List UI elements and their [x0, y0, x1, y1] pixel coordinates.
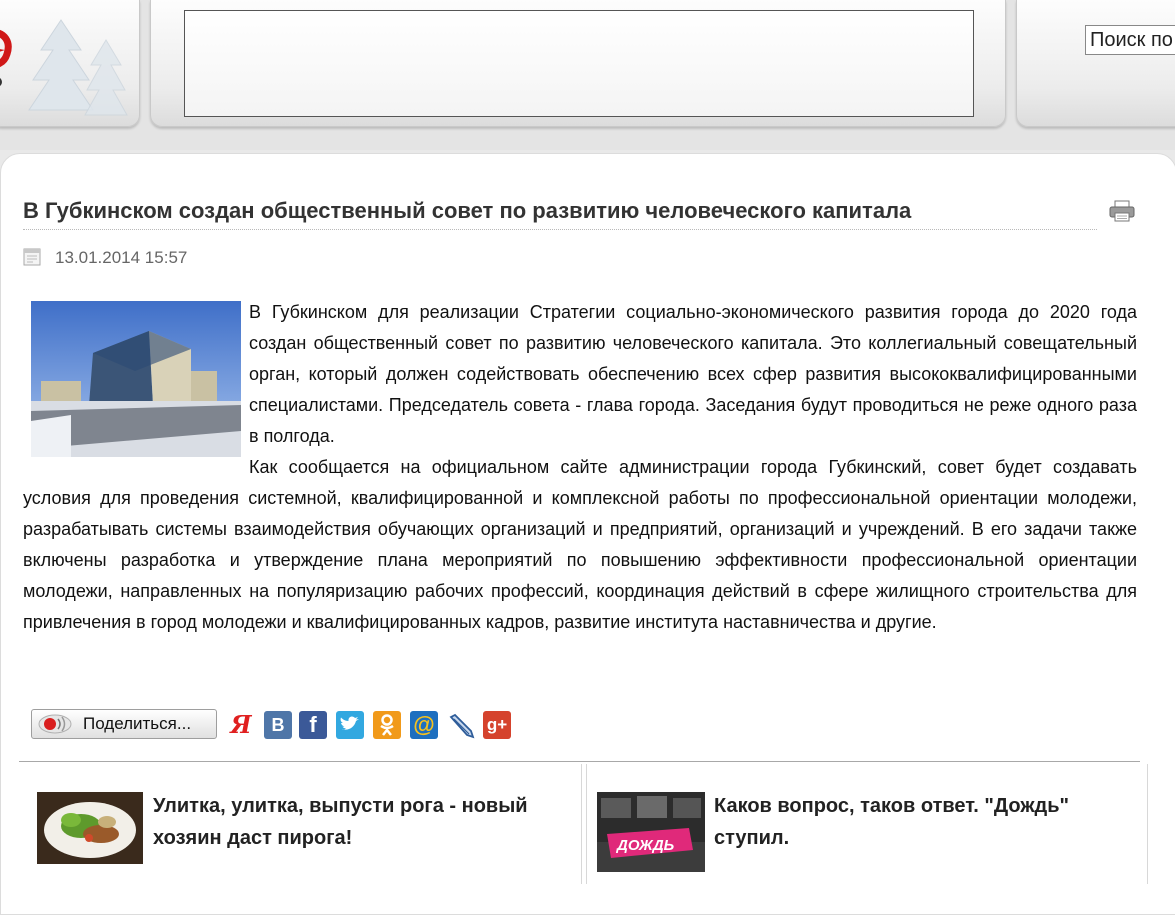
search-input[interactable]	[1085, 25, 1175, 55]
share-button[interactable]: Поделиться...	[31, 709, 217, 739]
related-article-title[interactable]: Каков вопрос, таков ответ. "Дождь" ступи…	[714, 790, 1124, 854]
snowy-tree-decoration	[28, 19, 128, 116]
ad-banner-frame[interactable]	[184, 10, 974, 117]
related-article-thumbnail[interactable]: ДОЖДЬ	[597, 792, 705, 872]
share-megaphone-icon	[38, 714, 72, 734]
article-paragraph: Как сообщается на официальном сайте адми…	[23, 457, 1137, 632]
facebook-icon[interactable]: f	[299, 711, 327, 739]
site-logo[interactable]	[0, 24, 17, 86]
related-article-thumbnail[interactable]	[37, 792, 143, 864]
divider	[19, 761, 1140, 762]
banner-panel	[150, 0, 1006, 127]
article-header: В Губкинском создан общественный совет п…	[23, 198, 1135, 234]
calendar-icon	[23, 248, 41, 266]
yandex-icon[interactable]: Я	[227, 711, 255, 739]
print-icon[interactable]	[1109, 200, 1135, 222]
article-body: В Губкинском для реализации Стратегии со…	[23, 297, 1137, 638]
article-date: 13.01.2014 15:57	[55, 248, 188, 267]
odnoklassniki-glyph	[380, 714, 394, 736]
vkontakte-icon[interactable]: B	[264, 711, 292, 739]
twitter-bird-glyph	[340, 716, 359, 730]
site-header	[0, 0, 1175, 150]
logo-panel	[0, 0, 140, 127]
mail-ru-icon[interactable]: @	[410, 711, 438, 739]
livejournal-pen-glyph	[449, 713, 475, 739]
related-article-card[interactable]: ДОЖДЬ Каков вопрос, таков ответ. "Дождь"…	[586, 764, 1148, 884]
related-article-title[interactable]: Улитка, улитка, выпусти рога - новый хоз…	[153, 790, 563, 854]
share-button-label: Поделиться...	[83, 714, 192, 733]
livejournal-icon[interactable]	[447, 711, 475, 739]
article-photo	[31, 301, 241, 457]
google-plus-icon[interactable]: g+	[483, 711, 511, 739]
twitter-icon[interactable]	[336, 711, 364, 739]
related-article-card[interactable]: Улитка, улитка, выпусти рога - новый хоз…	[19, 764, 582, 884]
article-title: В Губкинском создан общественный совет п…	[23, 198, 1097, 230]
odnoklassniki-icon[interactable]	[373, 711, 401, 739]
content-panel: В Губкинском создан общественный совет п…	[0, 153, 1175, 915]
tv-channel-logo-text: ДОЖДЬ	[615, 837, 675, 854]
search-panel	[1016, 0, 1175, 127]
